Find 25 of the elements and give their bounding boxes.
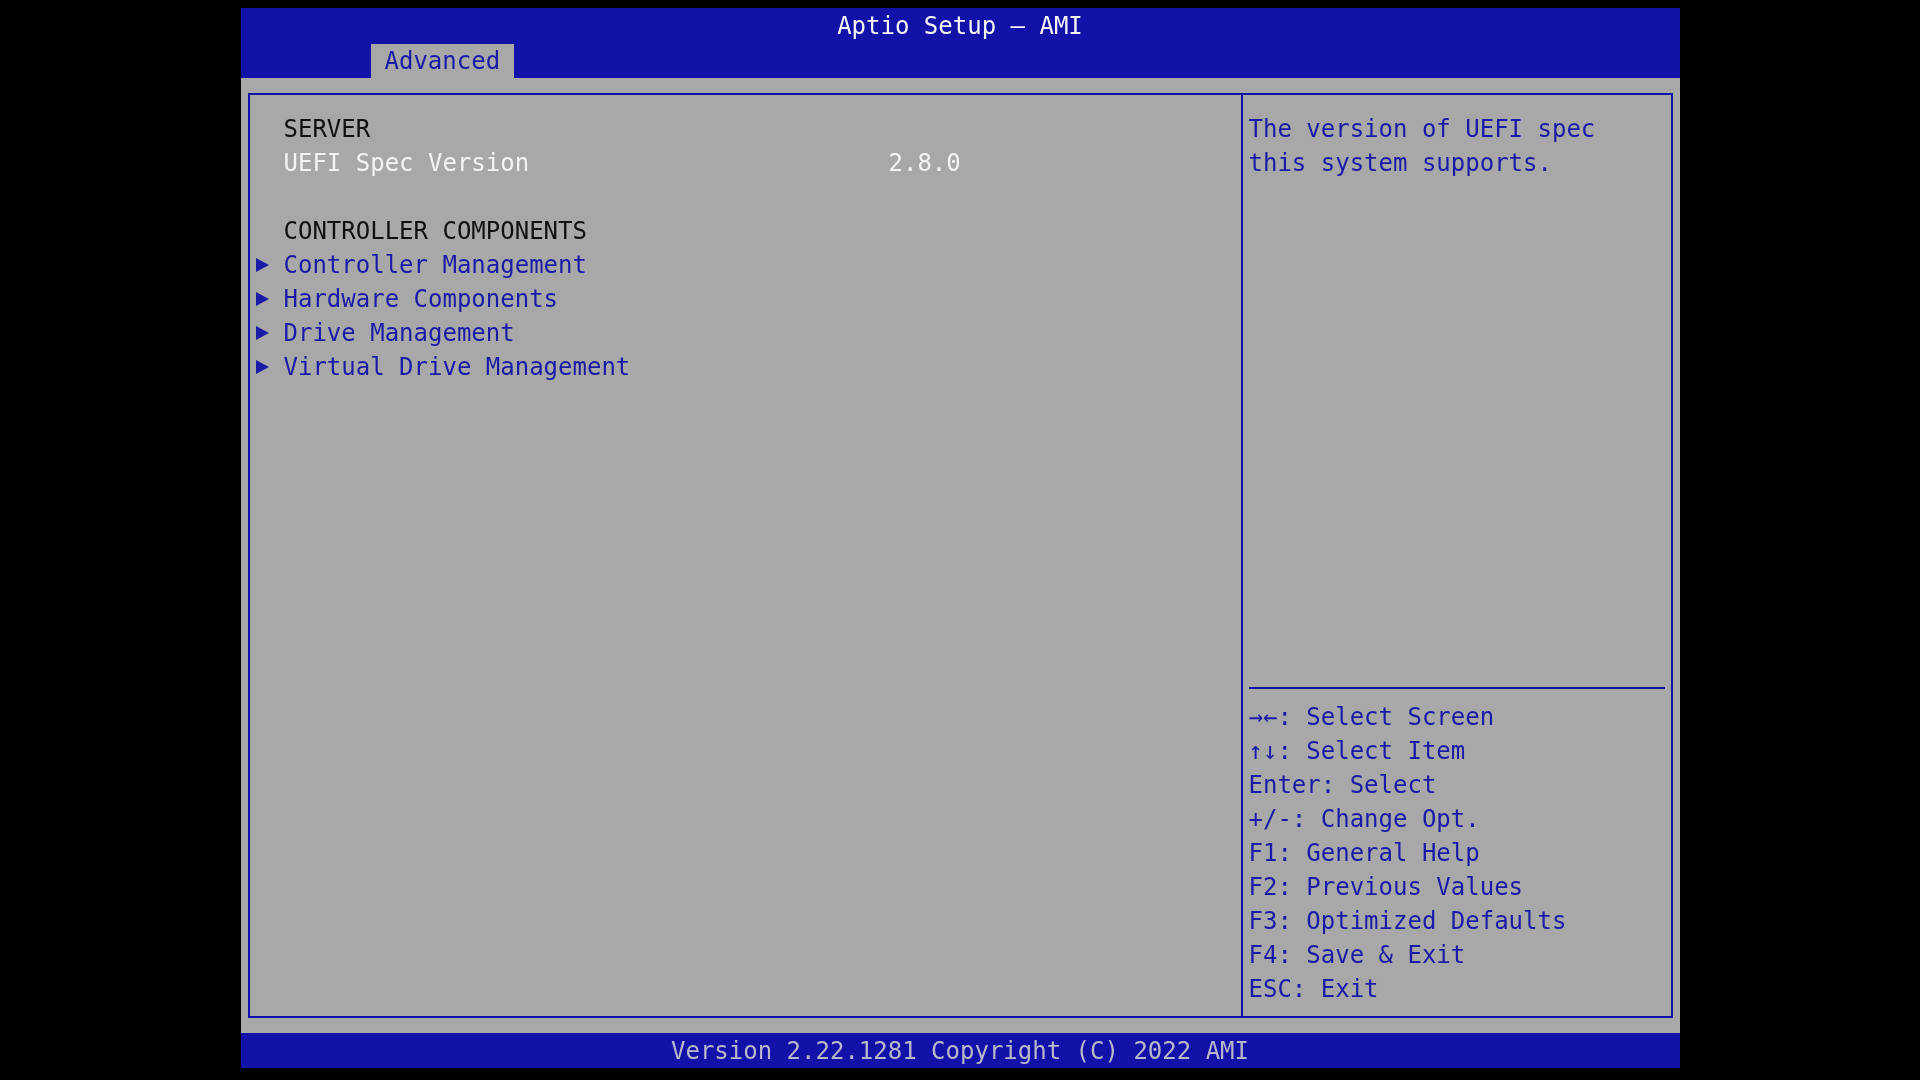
triangle-icon bbox=[255, 360, 269, 374]
key-hint: F1: General Help bbox=[1248, 838, 1480, 869]
key-hint: →←: Select Screen bbox=[1248, 702, 1495, 733]
help-text: The version of UEFI spec this system supports. bbox=[1248, 114, 1597, 179]
section-heading: CONTROLLER COMPONENTS bbox=[283, 216, 587, 247]
section-heading: SERVER bbox=[283, 114, 371, 145]
key-hint: Enter: Select bbox=[1248, 770, 1437, 801]
triangle-icon bbox=[255, 258, 269, 272]
key-hint: F3: Optimized Defaults bbox=[1248, 906, 1567, 937]
key-hint: F2: Previous Values bbox=[1248, 872, 1524, 903]
setting-label: UEFI Spec Version bbox=[283, 148, 531, 179]
key-hint: +/-: Change Opt. bbox=[1248, 804, 1480, 835]
key-hint: ESC: Exit bbox=[1248, 974, 1379, 1005]
submenu-item[interactable]: Drive Management bbox=[283, 315, 515, 351]
key-hint: F4: Save & Exit bbox=[1248, 940, 1466, 971]
key-hint: ↑↓: Select Item bbox=[1248, 736, 1466, 767]
submenu-item[interactable]: Virtual Drive Management bbox=[283, 349, 631, 385]
tab[interactable]: Advanced bbox=[370, 44, 515, 78]
setting-value: 2.8.0 bbox=[888, 148, 961, 179]
submenu-item[interactable]: Controller Management bbox=[283, 247, 587, 283]
submenu-item[interactable]: Hardware Components bbox=[283, 281, 559, 317]
window-title: Aptio Setup – AMI bbox=[837, 11, 1083, 42]
triangle-icon bbox=[255, 326, 269, 340]
triangle-icon bbox=[255, 292, 269, 306]
version-text: Version 2.22.1281 Copyright (C) 2022 AMI bbox=[671, 1035, 1249, 1067]
